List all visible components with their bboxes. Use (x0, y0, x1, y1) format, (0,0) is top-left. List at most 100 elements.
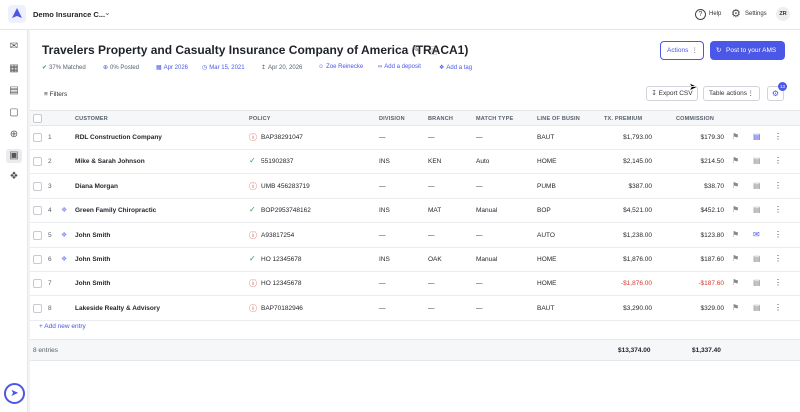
add-deposit-link[interactable]: ∞ Add a deposit (378, 64, 421, 70)
policy-cell[interactable]: HO 12345678 (261, 280, 301, 287)
more-vertical-icon[interactable]: ⋮ (774, 230, 782, 239)
statements-icon[interactable]: ▣ (6, 149, 22, 163)
column-header-policy[interactable]: POLICY (249, 116, 271, 122)
post-to-ams-button[interactable]: ↻ Post to your AMS (710, 41, 785, 60)
column-header-tx-premium[interactable]: TX. PREMIUM (604, 116, 642, 122)
policy-cell[interactable]: HO 12345678 (261, 256, 301, 263)
tag-icon[interactable]: ❖ (61, 206, 67, 214)
match-type-cell: — (476, 304, 483, 312)
help-link[interactable]: Help (709, 11, 721, 17)
customer-cell[interactable]: John Smith (75, 232, 110, 239)
policy-cell[interactable]: BAP38291047 (261, 134, 303, 141)
plus-circle-icon[interactable]: ⊕ (8, 129, 20, 141)
avatar[interactable]: ZR (776, 7, 790, 21)
statement-date-link[interactable]: ◷ Mar 15, 2021 (202, 64, 245, 71)
row-checkbox[interactable] (33, 303, 42, 313)
customer-cell[interactable]: John Smith (75, 256, 110, 263)
wallet-icon[interactable]: ▦ (8, 63, 20, 75)
select-all-checkbox[interactable] (33, 114, 42, 123)
column-header-customer[interactable]: CUSTOMER (75, 116, 108, 122)
premium-cell: $1,238.00 (623, 231, 652, 239)
table-row[interactable]: 1 RDL Construction Company ⓘ BAP38291047 — — —… (30, 126, 800, 150)
flag-icon[interactable]: ⚑ (732, 132, 739, 141)
clipboard-icon[interactable]: ▤ (753, 205, 761, 214)
row-checkbox[interactable] (33, 206, 42, 216)
table-row[interactable]: 6 ❖ John Smith ✓ HO 12345678 INS OAK Manual HOME… (30, 248, 800, 272)
tag-icon[interactable]: ❖ (61, 231, 67, 239)
more-vertical-icon[interactable]: ⋮ (774, 132, 782, 141)
more-vertical-icon[interactable]: ⋮ (774, 181, 782, 190)
more-vertical-icon[interactable]: ⋮ (774, 254, 782, 263)
flag-icon[interactable]: ⚑ (732, 156, 739, 165)
row-checkbox[interactable] (33, 157, 42, 167)
column-header-branch[interactable]: BRANCH (428, 116, 453, 122)
settings-link[interactable]: Settings (745, 11, 767, 17)
row-checkbox[interactable] (33, 255, 42, 264)
clipboard-icon[interactable]: ▤ (753, 278, 761, 287)
more-vertical-icon[interactable]: ⋮ (774, 205, 782, 214)
column-header-commission[interactable]: COMMISSION (676, 116, 714, 122)
customer-cell[interactable]: Lakeside Realty & Advisory (75, 305, 160, 312)
clipboard-icon[interactable]: ▤ (753, 181, 761, 190)
table-row[interactable]: 5 ❖ John Smith ⓘ A93817254 — — — AUTO $1,238.00 $1… (30, 224, 800, 248)
help-icon[interactable]: ? (695, 9, 706, 20)
chat-icon[interactable]: ▢ (8, 107, 20, 119)
policy-cell[interactable]: BAP70182946 (261, 305, 303, 312)
row-checkbox[interactable] (33, 230, 42, 240)
flag-icon[interactable]: ⚑ (732, 230, 739, 239)
flag-icon[interactable]: ⚑ (732, 205, 739, 214)
column-header-match-type[interactable]: MATCH TYPE (476, 116, 513, 122)
inbox-icon[interactable]: ✉ (8, 41, 20, 53)
gear-icon[interactable]: ⚙ (731, 7, 741, 20)
flag-icon[interactable]: ⚑ (732, 303, 739, 312)
clipboard-icon[interactable]: ▤ (753, 132, 761, 141)
customer-cell[interactable]: Mike & Sarah Johnson (75, 158, 145, 165)
policy-cell[interactable]: 551902837 (261, 158, 294, 165)
comment-icon[interactable]: ✉ (753, 230, 760, 239)
clipboard-icon[interactable]: ▤ (753, 254, 761, 263)
customer-cell[interactable]: Diana Morgan (75, 183, 118, 190)
policy-cell[interactable]: UMB 456283719 (261, 183, 310, 190)
tag-icon[interactable]: ❖ (61, 255, 67, 263)
assistant-button[interactable]: ➤ (4, 383, 25, 404)
clipboard-icon[interactable]: ▤ (753, 303, 761, 312)
column-header-line-of-business[interactable]: LINE OF BUSIN (537, 116, 580, 122)
document-icon[interactable]: 🗎 (430, 44, 437, 60)
add-new-entry-button[interactable]: + Add new entry (39, 323, 86, 330)
row-checkbox[interactable] (33, 181, 42, 191)
pencil-icon[interactable]: ✎ (412, 44, 420, 55)
column-header-division[interactable]: DIVISION (379, 116, 405, 122)
policy-cell[interactable]: BOP2953748162 (261, 207, 311, 214)
tag-icon[interactable]: ❖ (8, 171, 20, 183)
add-tag-link[interactable]: ❖ Add a tag (439, 64, 472, 71)
row-checkbox[interactable] (33, 133, 42, 142)
line-of-business-cell: PUMB (537, 182, 556, 190)
clipboard-icon[interactable]: ▤ (753, 156, 761, 165)
more-vertical-icon[interactable]: ⋮ (774, 303, 782, 312)
customer-cell[interactable]: Green Family Chiropractic (75, 207, 156, 214)
folder-icon[interactable]: ▤ (8, 85, 20, 97)
table-row[interactable]: 3 Diana Morgan ⓘ UMB 456283719 — — — PUMB $387.0… (30, 175, 800, 199)
row-checkbox[interactable] (33, 279, 42, 289)
table-row[interactable]: 2 Mike & Sarah Johnson ✓ 551902837 INS KEN Aut… (30, 150, 800, 175)
entries-count: 8 entries (33, 347, 58, 354)
table-actions-button[interactable]: Table actions ⋮ (703, 86, 760, 101)
period-link[interactable]: ▦ Apr 2026 (156, 64, 188, 71)
flag-icon[interactable]: ⚑ (732, 254, 739, 263)
flag-icon[interactable]: ⚑ (732, 278, 739, 287)
policy-cell[interactable]: A93817254 (261, 232, 294, 239)
more-vertical-icon[interactable]: ⋮ (774, 278, 782, 287)
table-row[interactable]: 8 Lakeside Realty & Advisory ⓘ BAP70182946 —… (30, 297, 800, 321)
table-row[interactable]: 4 ❖ Green Family Chiropractic ✓ BOP295374816… (30, 199, 800, 224)
customer-cell[interactable]: RDL Construction Company (75, 134, 162, 141)
actions-button[interactable]: Actions ⋮ (660, 41, 704, 60)
org-name[interactable]: Demo Insurance C... (33, 10, 105, 19)
filters-button[interactable]: ≡ Filters (38, 88, 73, 102)
owner-link[interactable]: ☺ Zoe Reinecke (318, 64, 363, 70)
export-csv-button[interactable]: ↧ Export CSV (646, 86, 698, 101)
customer-cell[interactable]: John Smith (75, 280, 110, 287)
table-row[interactable]: 7 John Smith ⓘ HO 12345678 — — — HOME -$1,876.00… (30, 272, 800, 297)
flag-icon[interactable]: ⚑ (732, 181, 739, 190)
chevron-down-icon[interactable]: ⌄ (104, 8, 111, 17)
more-vertical-icon[interactable]: ⋮ (774, 156, 782, 165)
